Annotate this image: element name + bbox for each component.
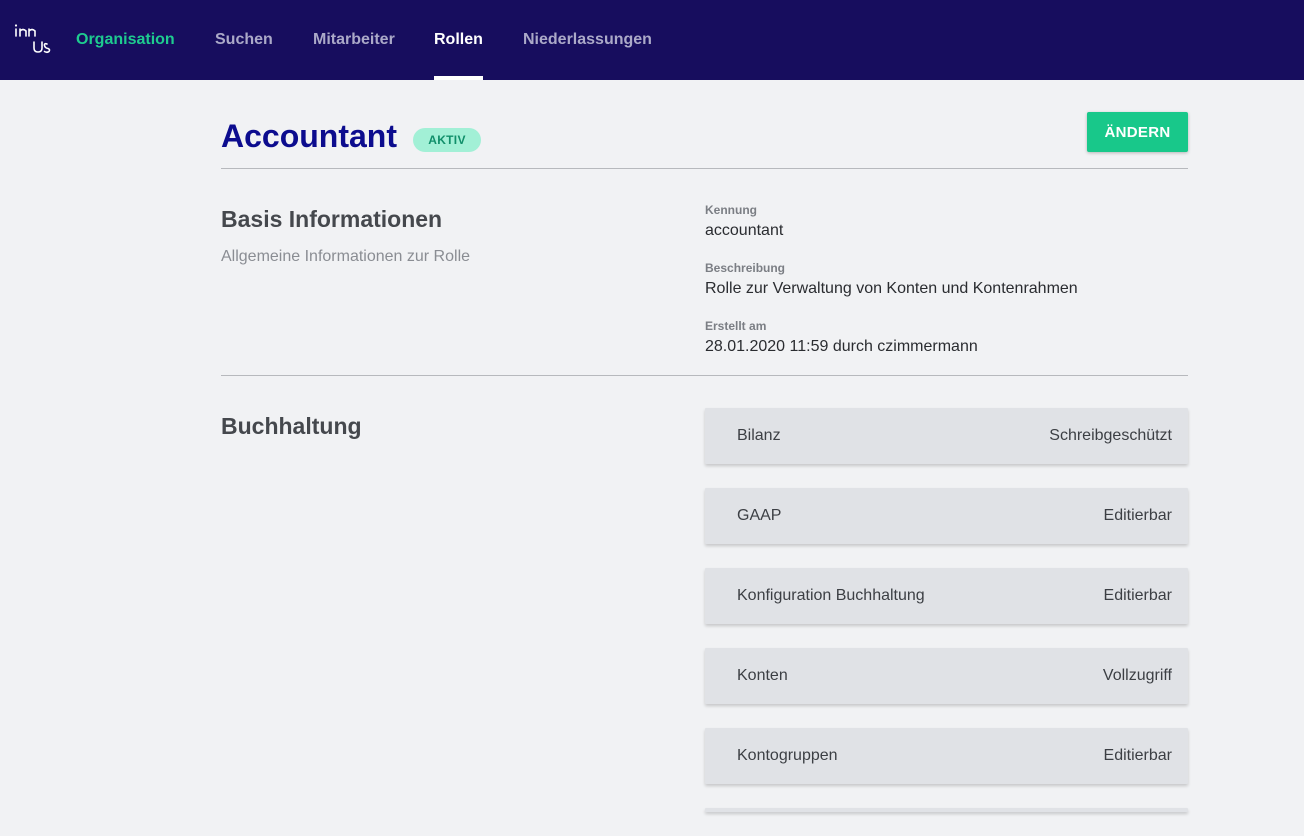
permission-access: Vollzugriff bbox=[1102, 667, 1172, 684]
permission-access: Editierbar bbox=[1103, 747, 1172, 764]
permission-card-gaap[interactable]: GAAP Editierbar bbox=[705, 488, 1188, 544]
permission-card-konfiguration-buchhaltung[interactable]: Konfiguration Buchhaltung Editierbar bbox=[705, 568, 1188, 624]
field-value-erstellt: 28.01.2020 11:59 durch czimmermann bbox=[705, 338, 978, 355]
field-label-beschreibung: Beschreibung bbox=[705, 261, 786, 275]
permission-access: Editierbar bbox=[1103, 587, 1172, 604]
permission-access: Editierbar bbox=[1103, 507, 1172, 524]
page-title: Accountant bbox=[221, 118, 397, 154]
basis-section-title: Basis Informationen bbox=[221, 206, 443, 232]
basis-section-description: Allgemeine Informationen zur Rolle bbox=[221, 248, 471, 265]
edit-button[interactable]: ÄNDERN bbox=[1087, 112, 1188, 152]
permission-card-kontogruppen[interactable]: Kontogruppen Editierbar bbox=[705, 728, 1188, 784]
top-navigation: Organisation Suchen Mitarbeiter Rollen N… bbox=[0, 0, 1304, 80]
permission-name: Konten bbox=[737, 667, 788, 684]
field-label-erstellt: Erstellt am bbox=[705, 319, 767, 333]
permission-name: Kontogruppen bbox=[737, 747, 838, 764]
nav-niederlassungen[interactable]: Niederlassungen bbox=[523, 0, 652, 80]
permission-card-konten[interactable]: Konten Vollzugriff bbox=[705, 648, 1188, 704]
permission-list: Bilanz Schreibgeschützt GAAP Editierbar … bbox=[705, 408, 1188, 836]
permission-name: Bilanz bbox=[737, 427, 781, 444]
field-value-kennung: accountant bbox=[705, 222, 784, 239]
field-value-beschreibung: Rolle zur Verwaltung von Konten und Kont… bbox=[705, 280, 1078, 297]
permission-card-partial[interactable] bbox=[705, 808, 1188, 812]
nav-organisation[interactable]: Organisation bbox=[76, 0, 175, 80]
company-logo[interactable] bbox=[14, 22, 54, 56]
nav-mitarbeiter[interactable]: Mitarbeiter bbox=[313, 0, 395, 80]
permission-card-bilanz[interactable]: Bilanz Schreibgeschützt bbox=[705, 408, 1188, 464]
nav-suchen[interactable]: Suchen bbox=[215, 0, 273, 80]
header-divider bbox=[221, 168, 1188, 169]
status-badge: AKTIV bbox=[413, 128, 481, 152]
field-label-kennung: Kennung bbox=[705, 203, 757, 217]
permission-name: GAAP bbox=[737, 507, 782, 524]
buchhaltung-section-title: Buchhaltung bbox=[221, 413, 362, 439]
section-divider bbox=[221, 375, 1188, 376]
permission-access: Schreibgeschützt bbox=[1049, 427, 1172, 444]
nav-rollen[interactable]: Rollen bbox=[434, 0, 483, 80]
permission-name: Konfiguration Buchhaltung bbox=[737, 587, 925, 604]
